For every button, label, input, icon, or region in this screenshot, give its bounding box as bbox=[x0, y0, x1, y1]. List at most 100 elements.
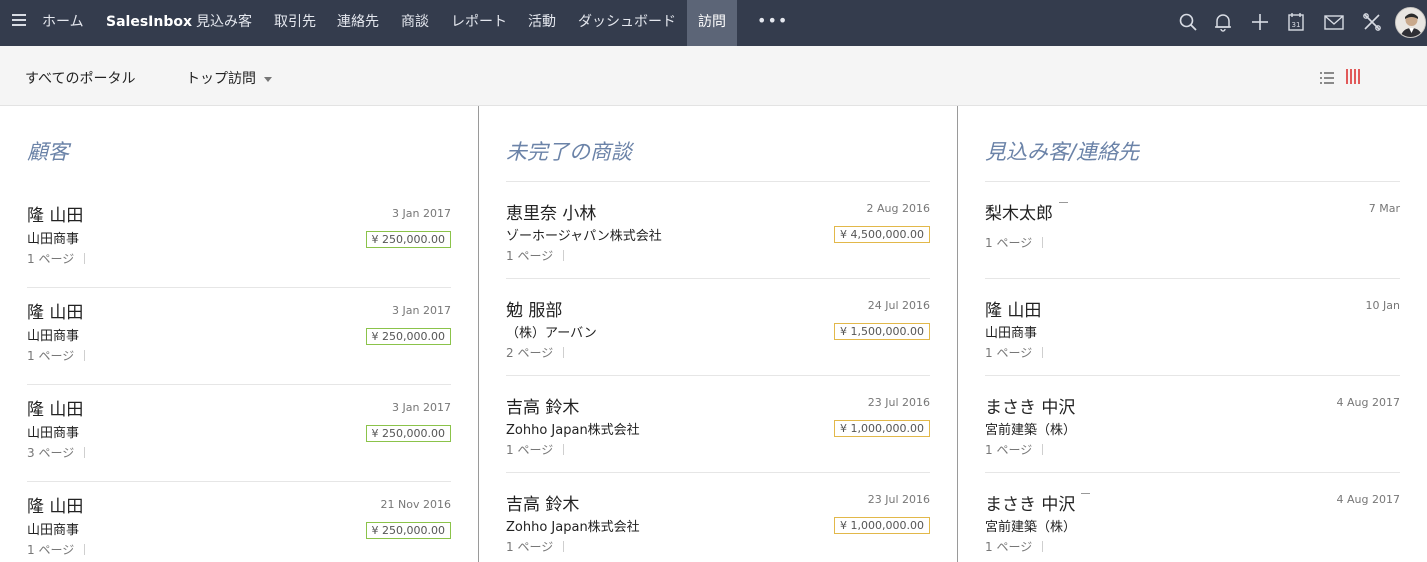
visitor-name: 吉高 鈴木 bbox=[506, 398, 580, 418]
pages-count: 1 ページ bbox=[506, 538, 565, 555]
column-title: 未完了の商談 bbox=[506, 140, 632, 164]
visit-card[interactable]: 隆 山田 山田商事 1 ページ 10 Jan bbox=[985, 279, 1400, 376]
search-icon[interactable] bbox=[1177, 11, 1199, 33]
card-list: 恵里奈 小林 ゾーホージャパン株式会社 1 ページ 2 Aug 2016 ¥ 4… bbox=[506, 181, 930, 562]
portal-selector[interactable]: すべてのポータル bbox=[25, 68, 135, 88]
visit-date: 24 Jul 2016 bbox=[867, 299, 930, 312]
visit-card[interactable]: 恵里奈 小林 ゾーホージャパン株式会社 1 ページ 2 Aug 2016 ¥ 4… bbox=[506, 182, 930, 279]
visitor-name: 隆 山田 bbox=[27, 303, 84, 323]
visit-date: 3 Jan 2017 bbox=[392, 304, 451, 317]
visit-date: 3 Jan 2017 bbox=[392, 401, 451, 414]
amount-badge: ¥ 250,000.00 bbox=[365, 522, 451, 539]
card-list: 隆 山田 山田商事 1 ページ 3 Jan 2017 ¥ 250,000.00 … bbox=[27, 191, 451, 562]
pages-count: 1 ページ bbox=[506, 441, 565, 458]
amount-badge: ¥ 1,500,000.00 bbox=[834, 323, 930, 340]
visit-date: 4 Aug 2017 bbox=[1336, 396, 1400, 409]
amount-badge: ¥ 250,000.00 bbox=[365, 328, 451, 345]
visitor-name: 隆 山田 bbox=[27, 206, 84, 226]
plus-icon[interactable] bbox=[1249, 11, 1271, 33]
visit-date: 23 Jul 2016 bbox=[867, 396, 930, 409]
open-deals-column: 未完了の商談 恵里奈 小林 ゾーホージャパン株式会社 1 ページ 2 Aug 2… bbox=[479, 106, 957, 562]
pages-count: 1 ページ bbox=[27, 541, 86, 558]
visitor-name: 勉 服部 bbox=[506, 301, 563, 321]
nav-item-reports[interactable]: レポート bbox=[451, 0, 507, 46]
calendar-icon[interactable]: 31 bbox=[1285, 11, 1307, 33]
visit-date: 23 Jul 2016 bbox=[867, 493, 930, 506]
visit-card[interactable]: 吉高 鈴木 Zohho Japan株式会社 1 ページ 23 Jul 2016 … bbox=[506, 473, 930, 562]
pages-count: 2 ページ bbox=[506, 344, 565, 361]
nav-item-contacts[interactable]: 連絡先 bbox=[337, 0, 379, 46]
company-name: 山田商事 bbox=[27, 523, 80, 538]
visit-card[interactable]: まさき 中沢 宮前建築（株） 1 ページ 4 Aug 2017 bbox=[985, 376, 1400, 473]
chevron-down-icon[interactable] bbox=[264, 77, 272, 82]
bell-icon[interactable] bbox=[1212, 11, 1234, 33]
visit-date: 7 Mar bbox=[1368, 202, 1400, 215]
amount-badge: ¥ 4,500,000.00 bbox=[834, 226, 930, 243]
tools-icon[interactable] bbox=[1361, 11, 1383, 33]
visitor-name: 隆 山田 bbox=[985, 301, 1042, 321]
user-avatar[interactable] bbox=[1395, 7, 1426, 38]
company-name: 山田商事 bbox=[27, 232, 80, 247]
company-name: Zohho Japan株式会社 bbox=[506, 520, 640, 535]
visit-date: 4 Aug 2017 bbox=[1336, 493, 1400, 506]
visitor-name: 隆 山田 bbox=[27, 400, 84, 420]
nav-item-accounts[interactable]: 取引先 bbox=[274, 0, 316, 46]
more-icon[interactable]: ••• bbox=[757, 0, 787, 46]
hamburger-menu-icon[interactable] bbox=[12, 14, 26, 28]
company-name: Zohho Japan株式会社 bbox=[506, 423, 640, 438]
nav-item-deals[interactable]: 商談 bbox=[401, 0, 429, 46]
visitor-name: 恵里奈 小林 bbox=[506, 204, 597, 224]
sub-header: すべてのポータル トップ訪問 bbox=[0, 46, 1427, 106]
nav-item-activities[interactable]: 活動 bbox=[528, 0, 556, 46]
pages-count: 1 ページ bbox=[27, 347, 86, 364]
amount-badge: ¥ 1,000,000.00 bbox=[834, 517, 930, 534]
company-name: 山田商事 bbox=[27, 329, 80, 344]
leads-contacts-column: 見込み客/連絡先 梨木太郎 1 ページ 7 Mar 隆 山田 山田商事 1 ペー… bbox=[958, 106, 1427, 562]
company-name: （株）アーバン bbox=[506, 326, 597, 341]
pages-count: 1 ページ bbox=[27, 250, 86, 267]
visitor-name: まさき 中沢 bbox=[985, 398, 1076, 418]
visitor-name: 隆 山田 bbox=[27, 497, 84, 517]
visitor-name: まさき 中沢 bbox=[985, 490, 1091, 515]
nav-item-leads[interactable]: 見込み客 bbox=[196, 0, 252, 46]
company-name: 宮前建築（株） bbox=[985, 520, 1077, 535]
top-navigation-bar: ホーム SalesInbox 見込み客 取引先 連絡先 商談 レポート 活動 ダ… bbox=[0, 0, 1427, 46]
mail-icon[interactable] bbox=[1323, 11, 1345, 33]
visit-card[interactable]: 勉 服部 （株）アーバン 2 ページ 24 Jul 2016 ¥ 1,500,0… bbox=[506, 279, 930, 376]
visit-date: 21 Nov 2016 bbox=[380, 498, 451, 511]
pages-count: 1 ページ bbox=[985, 538, 1044, 555]
column-title: 見込み客/連絡先 bbox=[985, 140, 1140, 164]
card-list: 梨木太郎 1 ページ 7 Mar 隆 山田 山田商事 1 ページ 10 Jan … bbox=[985, 181, 1400, 562]
visit-card[interactable]: 隆 山田 山田商事 1 ページ 3 Jan 2017 ¥ 250,000.00 bbox=[27, 191, 451, 288]
visitor-name: 吉高 鈴木 bbox=[506, 495, 580, 515]
visitor-name: 梨木太郎 bbox=[985, 199, 1068, 224]
visit-card[interactable]: 梨木太郎 1 ページ 7 Mar bbox=[985, 182, 1400, 279]
visit-card[interactable]: 隆 山田 山田商事 1 ページ 21 Nov 2016 ¥ 250,000.00 bbox=[27, 482, 451, 562]
pages-count: 1 ページ bbox=[985, 441, 1044, 458]
visit-card[interactable]: 隆 山田 山田商事 1 ページ 3 Jan 2017 ¥ 250,000.00 bbox=[27, 288, 451, 385]
visit-date: 2 Aug 2016 bbox=[866, 202, 930, 215]
amount-badge: ¥ 250,000.00 bbox=[365, 231, 451, 248]
company-name: 宮前建築（株） bbox=[985, 423, 1077, 438]
amount-badge: ¥ 250,000.00 bbox=[365, 425, 451, 442]
company-name: 山田商事 bbox=[27, 426, 80, 441]
svg-text:31: 31 bbox=[1292, 21, 1301, 29]
nav-item-salesinbox[interactable]: SalesInbox bbox=[106, 0, 192, 46]
company-name: 山田商事 bbox=[985, 326, 1038, 341]
visit-date: 3 Jan 2017 bbox=[392, 207, 451, 220]
list-view-icon[interactable] bbox=[1320, 70, 1334, 84]
pages-count: 1 ページ bbox=[506, 247, 565, 264]
pages-count: 3 ページ bbox=[27, 444, 86, 461]
pages-count: 1 ページ bbox=[985, 234, 1044, 251]
visit-card[interactable]: まさき 中沢 宮前建築（株） 1 ページ 4 Aug 2017 bbox=[985, 473, 1400, 562]
customers-column: 顧客 隆 山田 山田商事 1 ページ 3 Jan 2017 ¥ 250,000.… bbox=[0, 106, 478, 562]
visit-card[interactable]: 隆 山田 山田商事 3 ページ 3 Jan 2017 ¥ 250,000.00 bbox=[27, 385, 451, 482]
amount-badge: ¥ 1,000,000.00 bbox=[834, 420, 930, 437]
nav-item-dashboards[interactable]: ダッシュボード bbox=[578, 0, 676, 46]
company-name: ゾーホージャパン株式会社 bbox=[506, 229, 662, 244]
visit-filter-dropdown[interactable]: トップ訪問 bbox=[186, 68, 256, 88]
kanban-view-icon[interactable] bbox=[1346, 69, 1360, 84]
visit-card[interactable]: 吉高 鈴木 Zohho Japan株式会社 1 ページ 23 Jul 2016 … bbox=[506, 376, 930, 473]
nav-item-visits[interactable]: 訪問 bbox=[687, 0, 737, 46]
nav-item-home[interactable]: ホーム bbox=[42, 0, 84, 46]
